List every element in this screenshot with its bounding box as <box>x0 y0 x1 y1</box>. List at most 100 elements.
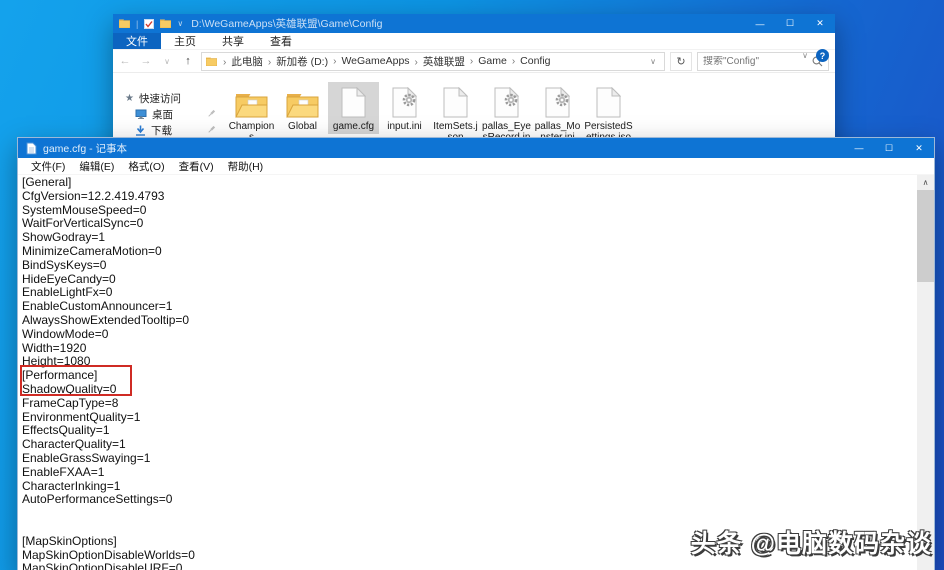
location-folder-icon <box>206 57 217 66</box>
config-line: WindowMode=0 <box>22 328 917 342</box>
qat-customize-chevron-icon[interactable]: ∨ <box>177 19 183 28</box>
config-line: [Performance] <box>22 369 917 383</box>
search-input[interactable] <box>703 56 812 67</box>
config-line: CharacterInking=1 <box>22 480 917 494</box>
file-item[interactable]: Global <box>277 82 328 134</box>
breadcrumb-item[interactable]: Config <box>507 55 551 67</box>
file-item[interactable]: pallas_EyesRecord.in <box>481 82 532 145</box>
ribbon-tab[interactable]: 查看 <box>257 33 305 49</box>
config-line: EnableFXAA=1 <box>22 466 917 480</box>
config-line: HideEyeCandy=0 <box>22 273 917 287</box>
file-type-icon <box>235 84 268 118</box>
config-line <box>22 507 917 521</box>
notepad-window-controls: — ☐ ✕ <box>844 138 934 158</box>
sidebar-item-desktop[interactable]: 桌面 <box>125 106 226 122</box>
file-item[interactable]: pallas_Monster.ini <box>532 82 583 145</box>
menu-item[interactable]: 查看(V) <box>172 159 221 174</box>
address-dropdown-chevron-icon[interactable]: ∨ <box>646 57 660 66</box>
notepad-menubar: 文件(F)编辑(E)格式(O)查看(V)帮助(H) <box>18 158 934 175</box>
refresh-icon: ↻ <box>676 55 685 68</box>
notepad-icon <box>26 142 37 155</box>
new-folder-icon[interactable] <box>160 19 171 28</box>
minimize-button[interactable]: — <box>844 138 874 158</box>
config-line: [General] <box>22 176 917 190</box>
address-bar[interactable]: 此电脑新加卷 (D:)WeGameApps英雄联盟GameConfig ∨ <box>201 52 665 71</box>
config-line: MinimizeCameraMotion=0 <box>22 245 917 259</box>
notepad-title: game.cfg - 记事本 <box>43 141 838 156</box>
quick-access-star-icon: ★ <box>125 93 134 104</box>
vertical-scrollbar[interactable]: ∧ <box>917 175 934 570</box>
watermark: 头条 @电脑数码杂谈 <box>691 524 932 560</box>
file-item[interactable]: input.ini <box>379 82 430 134</box>
notepad-text-area[interactable]: [General]CfgVersion=12.2.419.4793SystemM… <box>18 175 917 570</box>
notepad-window: game.cfg - 记事本 — ☐ ✕ 文件(F)编辑(E)格式(O)查看(V… <box>17 137 935 570</box>
quick-access-toolbar: | ∨ <box>119 19 183 29</box>
ribbon-tab-bar: 文件主页共享查看 <box>113 33 835 50</box>
document-icon <box>341 87 366 118</box>
ribbon-tab[interactable]: 主页 <box>161 33 209 49</box>
address-bar-row: ← → ∨ ↑ 此电脑新加卷 (D:)WeGameApps英雄联盟GameCon… <box>113 50 835 73</box>
file-type-icon <box>545 84 570 118</box>
menu-item[interactable]: 帮助(H) <box>221 159 271 174</box>
file-name: Global <box>288 121 317 132</box>
config-line: EnableCustomAnnouncer=1 <box>22 300 917 314</box>
minimize-button[interactable]: — <box>745 14 775 33</box>
folder-icon[interactable] <box>119 19 130 28</box>
file-type-icon <box>392 84 417 118</box>
config-line: WaitForVerticalSync=0 <box>22 217 917 231</box>
maximize-button[interactable]: ☐ <box>775 14 805 33</box>
breadcrumb-item[interactable]: 英雄联盟 <box>410 54 465 69</box>
ribbon-tab[interactable]: 共享 <box>209 33 257 49</box>
config-line: ShadowQuality=0 <box>22 383 917 397</box>
refresh-button[interactable]: ↻ <box>670 52 692 71</box>
properties-check-icon[interactable] <box>144 19 154 29</box>
config-line: ShowGodray=1 <box>22 231 917 245</box>
breadcrumb-item[interactable]: 此电脑 <box>218 54 263 69</box>
folder-icon <box>286 92 319 118</box>
sidebar-item-quick-access[interactable]: ★ 快速访问 <box>125 90 226 106</box>
file-type-icon <box>286 84 319 118</box>
document-icon <box>443 87 468 118</box>
config-line: CfgVersion=12.2.419.4793 <box>22 190 917 204</box>
scrollbar-thumb[interactable] <box>917 190 934 282</box>
file-name: game.cfg <box>333 121 374 132</box>
file-item[interactable]: game.cfg <box>328 82 379 134</box>
config-line: AlwaysShowExtendedTooltip=0 <box>22 314 917 328</box>
menu-item[interactable]: 编辑(E) <box>72 159 121 174</box>
scroll-up-icon[interactable]: ∧ <box>917 175 934 190</box>
breadcrumb: 此电脑新加卷 (D:)WeGameApps英雄联盟GameConfig <box>218 54 645 69</box>
up-icon[interactable]: ↑ <box>180 55 196 67</box>
maximize-button[interactable]: ☐ <box>874 138 904 158</box>
config-line: Height=1080 <box>22 355 917 369</box>
sidebar-item-downloads[interactable]: 下载 <box>125 122 226 138</box>
pin-icon <box>207 125 216 134</box>
sidebar-label: 桌面 <box>152 107 173 122</box>
ribbon-collapse-chevron-icon[interactable]: ∨ <box>802 51 808 60</box>
close-button[interactable]: ✕ <box>805 14 835 33</box>
breadcrumb-item[interactable]: WeGameApps <box>328 55 409 67</box>
notepad-titlebar[interactable]: game.cfg - 记事本 — ☐ ✕ <box>18 138 934 158</box>
file-item[interactable]: PersistedSettings.jso <box>583 82 634 145</box>
pin-icon <box>207 109 216 118</box>
file-item[interactable]: ItemSets.json <box>430 82 481 145</box>
sidebar-label: 快速访问 <box>139 91 181 106</box>
recent-locations-chevron-icon[interactable]: ∨ <box>159 57 175 66</box>
explorer-window-controls: — ☐ ✕ <box>745 14 835 33</box>
sidebar-label: 下载 <box>151 123 172 138</box>
config-line: EnvironmentQuality=1 <box>22 411 917 425</box>
config-line: FrameCapType=8 <box>22 397 917 411</box>
back-icon[interactable]: ← <box>117 55 133 67</box>
explorer-title: D:\WeGameApps\英雄联盟\Game\Config <box>191 16 745 31</box>
help-icon[interactable]: ? <box>816 49 829 62</box>
config-line: Width=1920 <box>22 342 917 356</box>
gear-icon <box>555 93 569 107</box>
forward-icon[interactable]: → <box>138 55 154 67</box>
menu-item[interactable]: 文件(F) <box>24 159 72 174</box>
file-item[interactable]: Champions <box>226 82 277 145</box>
explorer-titlebar[interactable]: | ∨ D:\WeGameApps\英雄联盟\Game\Config — ☐ ✕ <box>113 14 835 33</box>
ribbon-tab[interactable]: 文件 <box>113 33 161 49</box>
close-button[interactable]: ✕ <box>904 138 934 158</box>
menu-item[interactable]: 格式(O) <box>121 159 171 174</box>
breadcrumb-item[interactable]: Game <box>465 55 507 67</box>
breadcrumb-item[interactable]: 新加卷 (D:) <box>263 54 328 69</box>
